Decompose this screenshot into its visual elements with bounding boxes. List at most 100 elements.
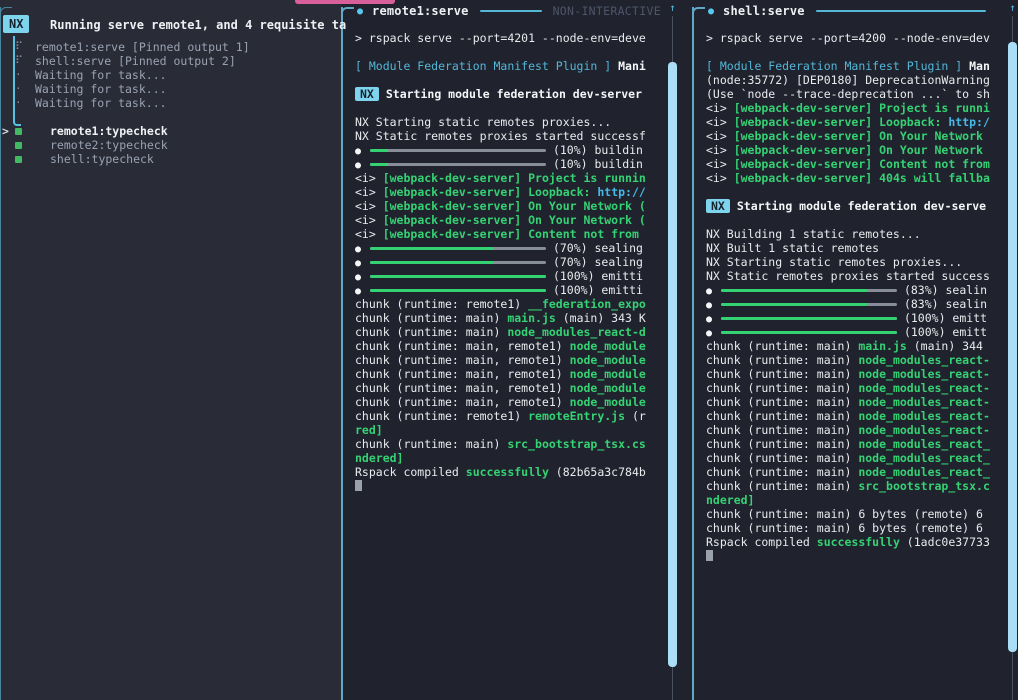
terminal-line: NX Starting static remotes proxies...: [706, 255, 1004, 269]
task-label: shell:serve [Pinned output 2]: [35, 54, 236, 68]
terminal-line: chunk (runtime: main) 6 bytes (remote) 6: [706, 507, 1004, 521]
shell-serve-pane: ● shell:serve > rspack serve --port=4200…: [692, 0, 1018, 700]
progress-bar: [370, 289, 546, 292]
pinned-task-row[interactable]: ⠏shell:serve [Pinned output 2]: [0, 54, 341, 68]
progress-bullet-icon: ●: [706, 314, 712, 325]
terminal-line: <i> [webpack-dev-server] Project is runn…: [355, 171, 664, 185]
task-label: Waiting for task...: [35, 68, 167, 82]
terminal-line: chunk (runtime: main) 6 bytes (remote) 6: [706, 521, 1004, 535]
progress-bar: [370, 261, 546, 264]
nx-badge: NX: [3, 15, 29, 33]
scrollbar-thumb[interactable]: [1008, 42, 1017, 652]
terminal-cursor: [355, 480, 362, 491]
terminal-line: > rspack serve --port=4200 --node-env=de…: [706, 31, 1004, 45]
terminal-line: chunk (runtime: main) node_modules_react…: [706, 381, 1004, 395]
pinned-task-row[interactable]: ·Waiting for task...: [0, 68, 341, 82]
progress-bullet-icon: ●: [355, 244, 361, 255]
terminal-line: chunk (runtime: main) main.js (main) 343…: [355, 311, 664, 325]
progress-label: (100%) emitti: [546, 269, 643, 283]
terminal-line: ● (10%) buildin: [355, 143, 664, 157]
header-rule: [480, 10, 542, 12]
terminal-line: ● (100%) emitt: [706, 311, 1004, 325]
progress-label: (10%) buildin: [546, 157, 643, 171]
scrollbar-thumb[interactable]: [668, 62, 677, 667]
terminal-line: <i> [webpack-dev-server] Content not fro…: [355, 227, 664, 241]
scrollbar[interactable]: ↑: [668, 2, 677, 700]
terminal-line: (node:35772) [DEP0180] DeprecationWarnin…: [706, 73, 1004, 87]
terminal-line: [706, 213, 1004, 227]
nx-badge: NX: [706, 199, 730, 213]
progress-bullet-icon: ●: [706, 328, 712, 339]
terminal-line: chunk (runtime: main, remote1) node_modu…: [355, 353, 664, 367]
status-bullet-icon: ●: [708, 6, 714, 17]
progress-bullet-icon: ●: [706, 286, 712, 297]
progress-bullet-icon: ●: [706, 300, 712, 311]
progress-bar: [721, 331, 897, 334]
dot-icon: ·: [0, 68, 35, 82]
terminal-line: [355, 101, 664, 115]
terminal-line: NXStarting module federation dev-serve: [706, 199, 1004, 213]
terminal-line: ● (83%) sealin: [706, 283, 1004, 297]
terminal-line: chunk (runtime: remote1) remoteEntry.js …: [355, 409, 664, 423]
progress-label: (100%) emitt: [897, 325, 987, 339]
scrollbar[interactable]: ↑: [1008, 2, 1017, 700]
terminal-line: chunk (runtime: main) node_modules_react…: [706, 451, 1004, 465]
terminal-line: chunk (runtime: main, remote1) node_modu…: [355, 367, 664, 381]
terminal-output: > rspack serve --port=4201 --node-env=de…: [355, 31, 664, 493]
progress-bar: [370, 247, 546, 250]
progress-label: (100%) emitti: [546, 283, 643, 297]
terminal-line: chunk (runtime: main, remote1) node_modu…: [355, 395, 664, 409]
terminal-line: NX Built 1 static remotes: [706, 241, 1004, 255]
pinned-task-row[interactable]: ·Waiting for task...: [0, 96, 341, 110]
terminal-output: > rspack serve --port=4200 --node-env=de…: [706, 31, 1004, 563]
scroll-up-icon[interactable]: ↑: [1008, 4, 1017, 14]
progress-bar: [370, 149, 546, 152]
terminal-line: chunk (runtime: main, remote1) node_modu…: [355, 339, 664, 353]
task-label: Waiting for task...: [35, 82, 167, 96]
typecheck-task-row[interactable]: shell:typecheck: [0, 152, 341, 166]
terminal-line: ● (70%) sealing: [355, 255, 664, 269]
terminal-line: ● (100%) emitt: [706, 325, 1004, 339]
remote1-serve-pane: ● remote1:serve NON-INTERACTIVE > rspack…: [341, 0, 692, 700]
progress-bar: [721, 289, 897, 292]
typecheck-task-row[interactable]: remote2:typecheck: [0, 138, 341, 152]
spinner-icon: ⠏: [0, 54, 35, 68]
progress-label: (70%) sealing: [546, 255, 643, 269]
terminal-line: <i> [webpack-dev-server] On Your Network…: [355, 199, 664, 213]
progress-bar: [721, 317, 897, 320]
terminal-line: ● (83%) sealin: [706, 297, 1004, 311]
terminal-line: chunk (runtime: main) node_modules_react…: [706, 395, 1004, 409]
terminal-line: chunk (runtime: main) node_modules_react…: [706, 367, 1004, 381]
terminal-line: [706, 185, 1004, 199]
terminal-line: ● (10%) buildin: [355, 157, 664, 171]
task-label: remote2:typecheck: [50, 138, 168, 152]
pane-title: remote1:serve: [372, 4, 469, 18]
task-label: remote1:serve [Pinned output 1]: [35, 40, 250, 54]
terminal-line: chunk (runtime: main) src_bootstrap_tsx.…: [706, 479, 1004, 493]
pinned-task-row[interactable]: ⠏remote1:serve [Pinned output 1]: [0, 40, 341, 54]
terminal-line: <i> [webpack-dev-server] Content not fro…: [706, 157, 1004, 171]
terminal-line: <i> [webpack-dev-server] On Your Network: [706, 143, 1004, 157]
dot-icon: ·: [0, 82, 35, 96]
task-status-square-icon: [15, 128, 22, 135]
pinned-task-row[interactable]: ·Waiting for task...: [0, 82, 341, 96]
terminal-line: ● (100%) emitti: [355, 283, 664, 297]
terminal-line: chunk (runtime: main) node_modules_react…: [706, 409, 1004, 423]
progress-bullet-icon: ●: [355, 272, 361, 283]
progress-label: (100%) emitt: [897, 311, 987, 325]
task-label: remote1:typecheck: [50, 124, 168, 138]
dot-icon: ·: [0, 96, 35, 110]
terminal-line: ● (100%) emitti: [355, 269, 664, 283]
pane-title: shell:serve: [723, 4, 805, 18]
status-bullet-icon: ●: [357, 6, 363, 17]
pinned-task-list: ⠏remote1:serve [Pinned output 1]⠏shell:s…: [0, 40, 341, 110]
terminal-line: ndered]: [706, 493, 1004, 507]
scroll-up-icon[interactable]: ↑: [668, 4, 677, 14]
terminal-line: [706, 549, 1004, 563]
pane-header: ● remote1:serve NON-INTERACTIVE: [341, 3, 692, 19]
progress-bullet-icon: ●: [355, 258, 361, 269]
terminal-line: ● (70%) sealing: [355, 241, 664, 255]
spinner-icon: ⠏: [0, 40, 35, 54]
typecheck-task-row[interactable]: >remote1:typecheck: [0, 124, 341, 138]
task-runner-title: Running serve remote1, and 4 requisite t…: [50, 18, 346, 32]
